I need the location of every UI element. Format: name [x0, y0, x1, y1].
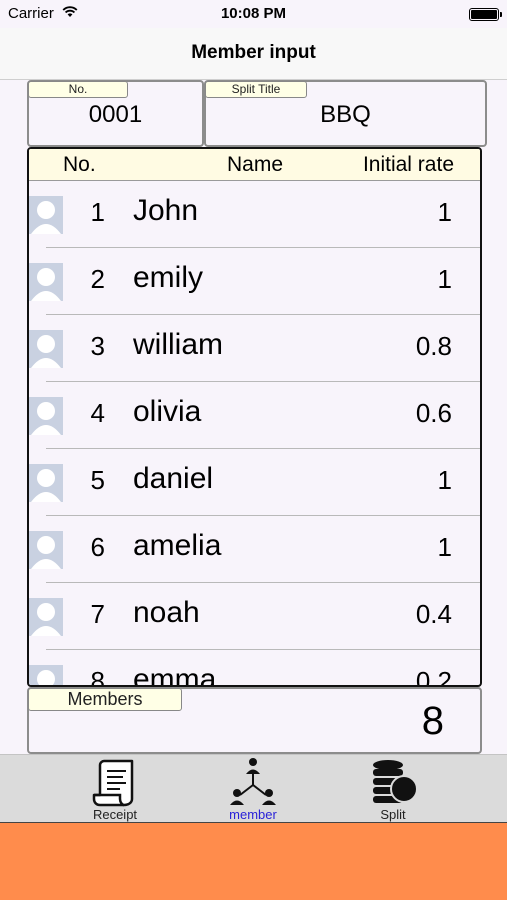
row-number: 4	[90, 398, 105, 428]
row-rate: 1	[437, 532, 452, 562]
row-number: 1	[90, 197, 105, 227]
number-label: No.	[28, 81, 128, 98]
members-value: 8	[421, 699, 444, 743]
avatar-icon	[29, 665, 63, 685]
row-rate: 0.6	[415, 398, 452, 428]
table-row[interactable]: 2 emily 1	[29, 248, 480, 315]
table-row[interactable]: 4 olivia 0.6	[29, 382, 480, 449]
avatar-icon	[29, 464, 63, 502]
row-number: 3	[90, 331, 105, 361]
table-row[interactable]: 6 amelia 1	[29, 516, 480, 583]
table-row[interactable]: 8 emma 0.2	[29, 650, 480, 687]
row-name: william	[133, 328, 223, 361]
battery-icon	[469, 8, 502, 21]
tab-receipt-label: Receipt	[92, 807, 138, 822]
split-title-value: BBQ	[320, 101, 371, 128]
header-no: No.	[63, 153, 96, 176]
ad-banner[interactable]	[0, 822, 507, 900]
row-name: John	[133, 194, 199, 227]
row-rate: 0.2	[415, 666, 452, 687]
number-field[interactable]: No. 0001	[27, 80, 204, 147]
tab-receipt[interactable]: Receipt	[55, 755, 175, 823]
tab-bar: Receipt member Split	[0, 754, 507, 822]
split-title-field[interactable]: Split Title BBQ	[204, 80, 487, 147]
tab-member-label: member	[229, 807, 277, 822]
row-rate: 1	[437, 465, 452, 495]
row-name: emily	[133, 261, 204, 294]
status-time: 10:08 PM	[220, 5, 287, 22]
row-name: olivia	[133, 395, 202, 428]
row-number: 6	[90, 532, 105, 562]
tab-member[interactable]: member	[193, 755, 313, 823]
tab-split-label: Split	[380, 807, 406, 822]
row-number: 8	[90, 666, 105, 687]
header-rate: Initial rate	[362, 153, 454, 176]
row-rate: 1	[437, 197, 452, 227]
avatar-icon	[29, 397, 63, 435]
tab-split[interactable]: Split	[333, 755, 453, 823]
avatar-icon	[29, 598, 63, 636]
coins-icon	[373, 760, 418, 803]
number-value: 0001	[88, 101, 143, 128]
avatar-icon	[29, 531, 63, 569]
table-header: No. Name Initial rate	[29, 149, 480, 181]
row-number: 5	[90, 465, 105, 495]
row-name: emma	[133, 663, 217, 687]
page-title: Member input	[191, 42, 316, 63]
members-count-field: Members 8	[27, 687, 482, 754]
status-bar: Carrier 10:08 PM	[0, 0, 507, 28]
header-name: Name	[227, 153, 284, 176]
members-label: Members	[28, 688, 182, 711]
member-network-icon	[230, 758, 276, 805]
row-rate: 0.4	[415, 599, 452, 629]
row-rate: 1	[437, 264, 452, 294]
row-number: 2	[90, 264, 105, 294]
row-rate: 0.8	[415, 331, 452, 361]
avatar-icon	[29, 330, 63, 368]
row-name: noah	[133, 596, 200, 629]
navigation-bar: Member input	[0, 28, 507, 80]
row-number: 7	[90, 599, 105, 629]
row-name: amelia	[133, 529, 222, 562]
split-title-label: Split Title	[205, 81, 307, 98]
members-table[interactable]: No. Name Initial rate 1 John 1 2 emily 1 3 will…	[27, 147, 482, 687]
table-row[interactable]: 1 John 1	[29, 181, 480, 248]
receipt-icon	[92, 759, 134, 807]
table-row[interactable]: 5 daniel 1	[29, 449, 480, 516]
avatar-icon	[29, 196, 63, 234]
avatar-icon	[29, 263, 63, 301]
table-row[interactable]: 3 william 0.8	[29, 315, 480, 382]
table-row[interactable]: 7 noah 0.4	[29, 583, 480, 650]
row-name: daniel	[133, 462, 214, 495]
